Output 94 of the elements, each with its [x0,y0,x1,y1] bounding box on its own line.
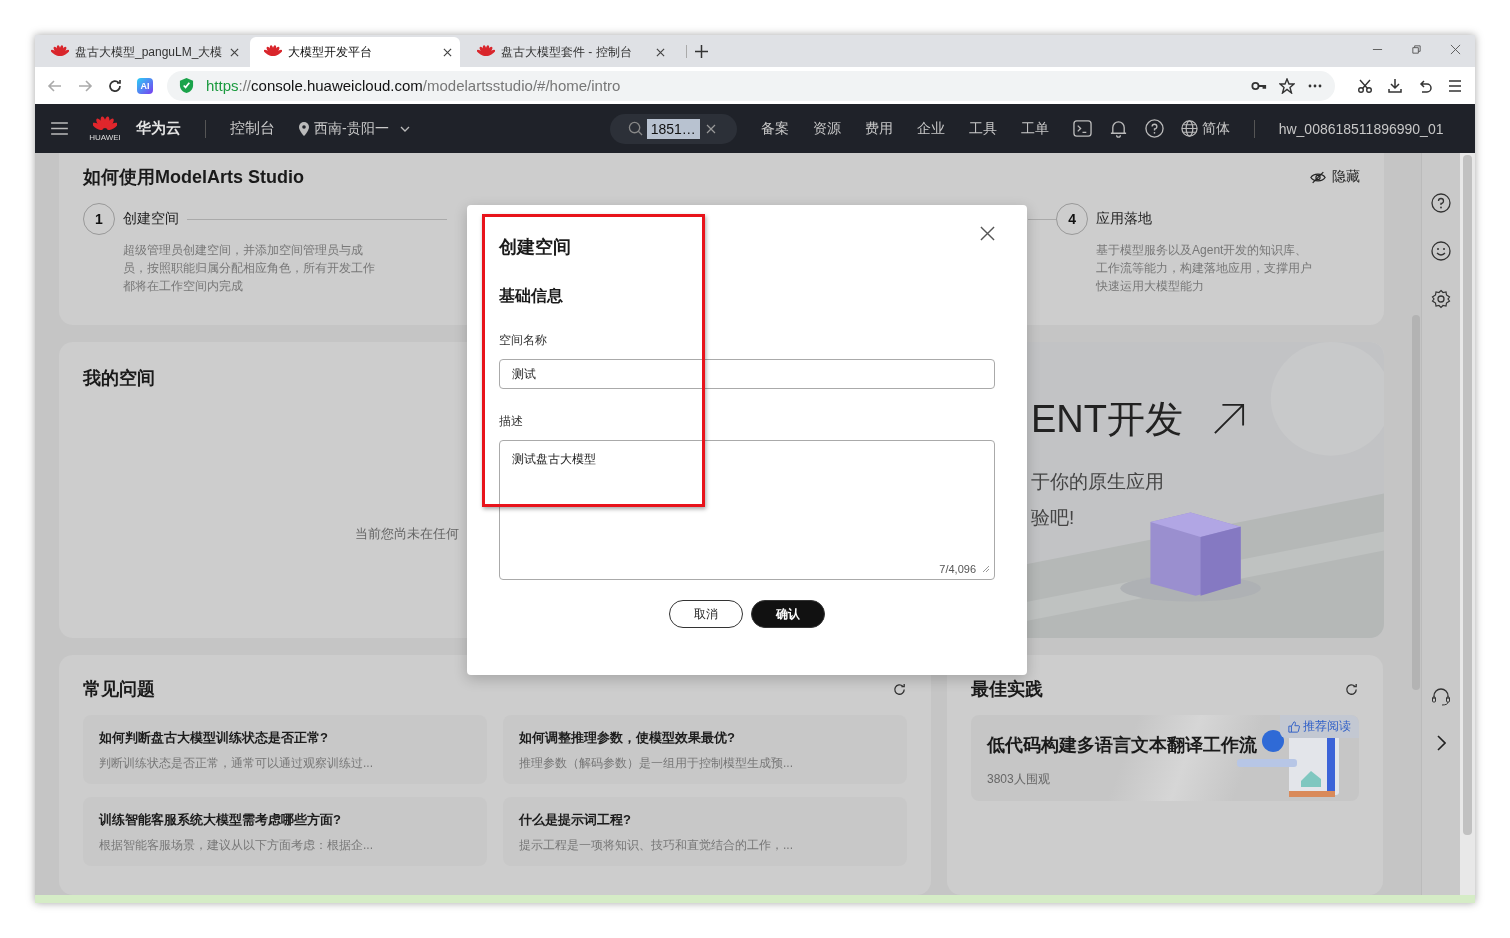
field-label: 空间名称 [499,332,548,349]
restore-icon[interactable] [1411,44,1422,55]
thumbs-up-icon [1288,720,1300,733]
undo-icon[interactable] [1417,77,1433,94]
chevron-right-icon[interactable] [1436,735,1447,751]
faq-card[interactable]: 如何判断盘古大模型训练状态是否正常? 判断训练状态是否正常，通常可以通过观察训练过... [83,715,487,784]
logo-caption: HUAWEI [89,132,121,142]
arrow-icon[interactable] [1213,403,1245,436]
nav-link[interactable]: 工具 [968,119,997,138]
star-icon[interactable] [1279,77,1295,94]
help-icon[interactable] [1144,119,1164,138]
faq-question: 如何判断盘古大模型训练状态是否正常? [99,729,329,747]
flower-logo-icon [51,45,69,59]
confirm-button[interactable]: 确认 [751,600,825,628]
download-icon[interactable] [1387,77,1403,94]
faq-snippet: 推理参数（解码参数）是一组用于控制模型生成预... [519,755,794,772]
language-selector[interactable]: 简体 [1180,119,1230,138]
article-title: 低代码构建多语言文本翻译工作流 [987,734,1258,757]
browser-tab[interactable]: 盘古大模型套件 - 控制台 [463,37,673,67]
refresh-icon[interactable] [1344,681,1359,697]
nav-link[interactable]: 费用 [864,119,893,138]
reload-icon[interactable] [107,77,123,94]
view-count: 3803人围观 [987,771,1051,788]
faq-question: 如何调整推理参数，使模型效果最优? [519,729,736,747]
search-icon [627,121,643,136]
flower-logo-icon [477,45,495,59]
hide-link[interactable]: 隐藏 [1310,168,1361,186]
flower-logo-icon [264,45,282,59]
menu-icon[interactable] [51,122,68,135]
banner-text: 验吧! [1031,505,1076,530]
smiley-icon[interactable] [1431,241,1452,261]
clear-icon[interactable] [705,123,716,134]
banner-heading: ENT开发 [1031,396,1183,442]
nav-link[interactable]: 备案 [760,119,789,138]
close-icon[interactable] [980,225,995,241]
dialog-title: 创建空间 [499,236,571,259]
faq-snippet: 提示工程是一项将知识、技巧和直觉结合的工作，... [519,837,794,854]
banner-text: 于你的原生应用 [1031,469,1165,494]
faq-card[interactable]: 如何调整推理参数，使模型效果最优? 推理参数（解码参数）是一组用于控制模型生成预... [503,715,907,784]
step-description: 超级管理员创建空间，并添加空间管理员与成员，按照职能归属分配相应角色，所有开发工作都将在工作空间内完成 [123,242,376,295]
browser-tab[interactable]: 大模型开发平台 [250,37,460,67]
region-selector[interactable]: 西南-贵阳一 [299,119,410,138]
new-tab-icon[interactable] [686,45,708,58]
faq-card[interactable]: 训练智能客服系统大模型需考虑哪些方面? 根据智能客服场景，建议从以下方面考虑：根据企... [83,797,487,866]
faq-snippet: 判断训练状态是否正常，通常可以通过观察训练过... [99,755,374,772]
resize-handle-icon[interactable] [982,565,990,573]
refresh-icon[interactable] [892,681,907,697]
search-field[interactable]: 1851… [609,113,737,144]
scissors-icon[interactable] [1357,77,1373,94]
eye-off-icon [1310,170,1327,184]
nav-link[interactable]: 企业 [916,119,945,138]
faq-card[interactable]: 什么是提示词工程? 提示工程是一项将知识、技巧和直觉结合的工作，... [503,797,907,866]
close-icon[interactable] [1450,44,1461,55]
section-title: 常见问题 [83,678,155,701]
browser-tab[interactable]: 盘古大模型_panguLM_大模 [37,37,247,67]
step-description: 基于模型服务以及Agent开发的知识库、工作流等能力，构建落地应用，支撑用户快速运用大模型能力 [1096,242,1314,295]
section-heading: 基础信息 [499,286,564,306]
chevron-down-icon [399,125,410,132]
close-icon[interactable] [656,47,665,57]
settings-icon[interactable] [1431,289,1452,309]
menu-icon[interactable] [1447,77,1463,94]
faq-question: 什么是提示词工程? [519,811,632,829]
empty-message: 当前您尚未在任何 [355,524,459,543]
description-field[interactable]: 测试盘古大模型 7/4,096 [499,440,995,580]
flower-logo-icon [93,115,117,133]
section-title: 我的空间 [83,366,155,390]
field-label: 描述 [499,413,524,430]
section-title: 如何使用ModelArts Studio [83,166,304,189]
cancel-button[interactable]: 取消 [669,600,743,628]
article-card[interactable]: 低代码构建多语言文本翻译工作流 3803人围观 推荐阅读 [971,715,1359,801]
scrollbar-thumb[interactable] [1463,155,1473,835]
account-name[interactable]: hw_008618511896990_01 [1278,120,1444,137]
globe-icon [1180,120,1198,137]
address-field[interactable]: https://console.huaweicloud.com/modelartsstudio/#/home/intro [167,70,1335,101]
brand-name[interactable]: 华为云 [136,119,181,138]
terminal-icon[interactable] [1072,119,1092,138]
step-title: 应用落地 [1096,210,1153,228]
close-icon[interactable] [443,47,452,57]
section-title: 最佳实践 [971,678,1043,701]
faq-snippet: 根据智能客服场景，建议从以下方面考虑：根据企... [99,837,374,854]
headset-icon[interactable] [1431,687,1452,707]
recommend-badge: 推荐阅读 [1280,715,1359,738]
nav-link[interactable]: 工单 [1020,119,1049,138]
name-field[interactable]: 测试 [499,359,995,389]
faq-question: 训练智能客服系统大模型需考虑哪些方面? [99,811,342,829]
ai-badge[interactable]: AI [137,77,153,94]
bell-icon[interactable] [1108,119,1128,138]
step-title: 创建空间 [123,210,179,228]
console-link[interactable]: 控制台 [230,119,275,138]
close-icon[interactable] [230,47,239,57]
location-pin-icon [299,121,309,136]
nav-link[interactable]: 资源 [812,119,841,138]
shield-icon [179,77,194,94]
help-icon[interactable] [1431,193,1452,213]
